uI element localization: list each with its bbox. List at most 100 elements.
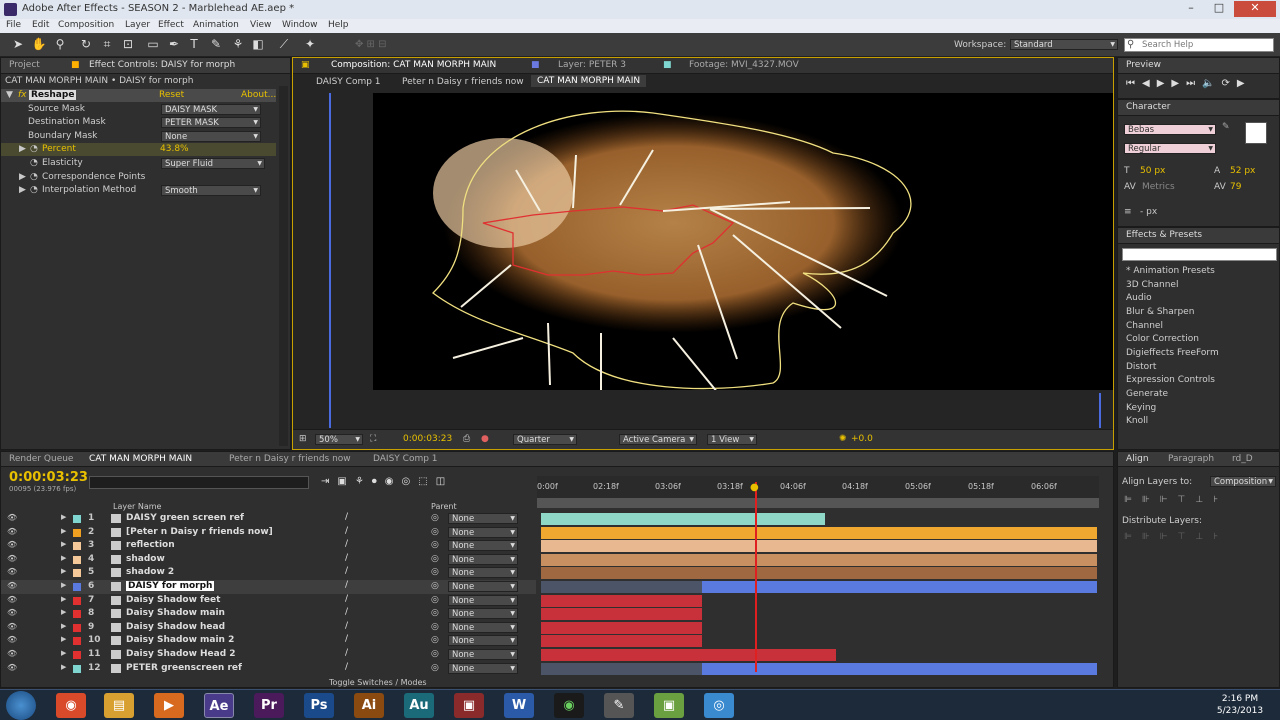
leading-value[interactable]: 52 px bbox=[1230, 166, 1255, 176]
rectangle-tool-icon[interactable]: ▭ bbox=[145, 37, 161, 53]
label-color-swatch[interactable] bbox=[73, 623, 81, 632]
layer-duration-bar[interactable] bbox=[541, 540, 1097, 553]
parent-pickwhip-icon[interactable]: ◎ bbox=[431, 581, 439, 591]
layer-row[interactable]: 👁 ▶ 11 Daisy Shadow Head 2 / ◎ None bbox=[1, 648, 536, 662]
clock-date[interactable]: 5/23/2013 bbox=[1212, 706, 1268, 716]
elasticity-select[interactable]: Super Fluid bbox=[161, 158, 265, 169]
preset-category[interactable]: Expression Controls bbox=[1126, 375, 1215, 385]
menu-effect[interactable]: Effect bbox=[158, 20, 184, 30]
parent-pickwhip-icon[interactable]: ◎ bbox=[431, 635, 439, 645]
layer-row[interactable]: 👁 ▶ 10 Daisy Shadow main 2 / ◎ None bbox=[1, 634, 536, 648]
parent-select[interactable]: None bbox=[448, 567, 518, 579]
switches-icon[interactable]: / bbox=[345, 621, 348, 631]
layer-name[interactable]: Daisy Shadow Head 2 bbox=[126, 649, 236, 659]
brush-tool-icon[interactable]: ✎ bbox=[208, 37, 224, 53]
switches-icon[interactable]: / bbox=[345, 594, 348, 604]
zoom-select[interactable]: 50% bbox=[315, 434, 363, 445]
tab-daisy-comp[interactable]: DAISY Comp 1 bbox=[373, 454, 438, 464]
expand-layer-icon[interactable]: ▶ bbox=[61, 527, 66, 535]
parent-pickwhip-icon[interactable]: ◎ bbox=[431, 513, 439, 523]
layer-row[interactable]: 👁 ▶ 4 shadow / ◎ None bbox=[1, 553, 536, 567]
workspace-select[interactable]: Standard bbox=[1010, 39, 1118, 50]
app-icon[interactable]: ✎ bbox=[604, 693, 634, 718]
tab-rd[interactable]: rd_D bbox=[1232, 454, 1253, 464]
eye-icon[interactable]: 👁 bbox=[7, 527, 17, 536]
expand-triangle-icon[interactable]: ▼ bbox=[6, 90, 13, 100]
time-ruler[interactable]: 0:00f 02:18f 03:06f 03:18f 04:06f 04:18f… bbox=[537, 476, 1099, 498]
expand-layer-icon[interactable]: ▶ bbox=[61, 567, 66, 575]
layer-row[interactable]: 👁 ▶ 3 reflection / ◎ None bbox=[1, 539, 536, 553]
tracking-value[interactable]: 79 bbox=[1230, 182, 1241, 192]
layer-name[interactable]: Daisy Shadow main 2 bbox=[126, 635, 234, 645]
label-color-swatch[interactable] bbox=[73, 542, 81, 551]
label-color-swatch[interactable] bbox=[73, 637, 81, 646]
app-icon[interactable]: ▣ bbox=[454, 693, 484, 718]
kerning-value[interactable]: Metrics bbox=[1142, 182, 1175, 192]
layer-row[interactable]: 👁 ▶ 2 [Peter n Daisy r friends now] / ◎ None bbox=[1, 526, 536, 540]
label-color-swatch[interactable] bbox=[73, 596, 81, 605]
stopwatch-icon[interactable]: ◔ bbox=[30, 144, 38, 154]
explorer-icon[interactable]: ▤ bbox=[104, 693, 134, 718]
menu-view[interactable]: View bbox=[250, 20, 271, 30]
layer-row[interactable]: 👁 ▶ 7 Daisy Shadow feet / ◎ None bbox=[1, 594, 536, 608]
toggle-switches-modes[interactable]: Toggle Switches / Modes bbox=[329, 678, 427, 687]
tab-effect-controls[interactable]: Effect Controls: DAISY for morph bbox=[89, 60, 235, 70]
font-style-select[interactable]: Regular bbox=[1124, 143, 1216, 154]
preset-category[interactable]: Distort bbox=[1126, 362, 1156, 372]
layer-name[interactable]: Daisy Shadow main bbox=[126, 608, 225, 618]
tab-align[interactable]: Align bbox=[1126, 454, 1149, 464]
layer-name[interactable]: PETER greenscreen ref bbox=[126, 663, 242, 673]
parent-select[interactable]: None bbox=[448, 540, 518, 552]
eye-icon[interactable]: 👁 bbox=[7, 608, 17, 617]
parent-pickwhip-icon[interactable]: ◎ bbox=[431, 608, 439, 618]
snapshot-icon[interactable]: ⎙ bbox=[463, 434, 470, 444]
tab-effects-presets[interactable]: Effects & Presets bbox=[1126, 230, 1202, 240]
parent-pickwhip-icon[interactable]: ◎ bbox=[431, 649, 439, 659]
region-icon[interactable]: ⛶ bbox=[370, 434, 376, 444]
layer-name[interactable]: Daisy Shadow head bbox=[126, 622, 225, 632]
expand-layer-icon[interactable]: ▶ bbox=[61, 554, 66, 562]
expand-points-icon[interactable]: ▶ bbox=[19, 172, 26, 182]
label-color-swatch[interactable] bbox=[73, 528, 81, 537]
preset-category[interactable]: Knoll bbox=[1126, 416, 1148, 426]
guide-line-left[interactable] bbox=[329, 93, 331, 428]
layer-search-input[interactable] bbox=[89, 476, 309, 489]
expand-layer-icon[interactable]: ▶ bbox=[61, 595, 66, 603]
layer-name[interactable]: shadow 2 bbox=[126, 567, 174, 577]
tab-render-queue[interactable]: Render Queue bbox=[9, 454, 73, 464]
current-time-indicator[interactable] bbox=[755, 482, 757, 672]
switches-icon[interactable]: / bbox=[345, 512, 348, 522]
rotate-tool-icon[interactable]: ↻ bbox=[78, 37, 94, 53]
layer-name[interactable]: reflection bbox=[126, 540, 175, 550]
layer-duration-bar[interactable] bbox=[541, 608, 703, 621]
timeline-timecode[interactable]: 0:00:03:23 bbox=[9, 470, 88, 485]
hand-tool-icon[interactable]: ✋ bbox=[31, 37, 47, 53]
layer-name[interactable]: DAISY for morph bbox=[126, 581, 215, 591]
parent-select[interactable]: None bbox=[448, 608, 518, 620]
chrome-icon[interactable]: ◉ bbox=[56, 693, 86, 718]
label-color-swatch[interactable] bbox=[73, 569, 81, 578]
switches-icon[interactable]: / bbox=[345, 648, 348, 658]
label-color-swatch[interactable] bbox=[73, 610, 81, 619]
start-button[interactable] bbox=[6, 691, 36, 720]
source-mask-select[interactable]: DAISY MASK bbox=[161, 104, 261, 115]
mask-overlay[interactable] bbox=[373, 93, 1113, 476]
boundary-mask-select[interactable]: None bbox=[161, 131, 261, 142]
switches-icon[interactable]: / bbox=[345, 607, 348, 617]
preset-category[interactable]: Blur & Sharpen bbox=[1126, 307, 1194, 317]
parent-select[interactable]: None bbox=[448, 581, 518, 592]
clock-time[interactable]: 2:16 PM bbox=[1215, 694, 1265, 704]
puppet-pin-icon[interactable]: ✦ bbox=[302, 37, 318, 53]
expand-interp-icon[interactable]: ▶ bbox=[19, 185, 26, 195]
eye-icon[interactable]: 👁 bbox=[7, 635, 17, 644]
menu-edit[interactable]: Edit bbox=[32, 20, 49, 30]
layer-duration-bar[interactable] bbox=[541, 553, 1097, 566]
tab-footage[interactable]: Footage: MVI_4327.MOV bbox=[689, 60, 799, 70]
menu-composition[interactable]: Composition bbox=[58, 20, 114, 30]
interpolation-select[interactable]: Smooth bbox=[161, 185, 261, 196]
expand-layer-icon[interactable]: ▶ bbox=[61, 540, 66, 548]
tab-peter-daisy[interactable]: Peter n Daisy r friends now bbox=[229, 454, 351, 464]
align-buttons[interactable]: ⊫⊪⊩⊤⊥⊦ bbox=[1124, 495, 1228, 505]
comp-breadcrumb-2[interactable]: Peter n Daisy r friends now bbox=[402, 77, 524, 87]
pen-tool-icon[interactable]: ✒ bbox=[166, 37, 182, 53]
